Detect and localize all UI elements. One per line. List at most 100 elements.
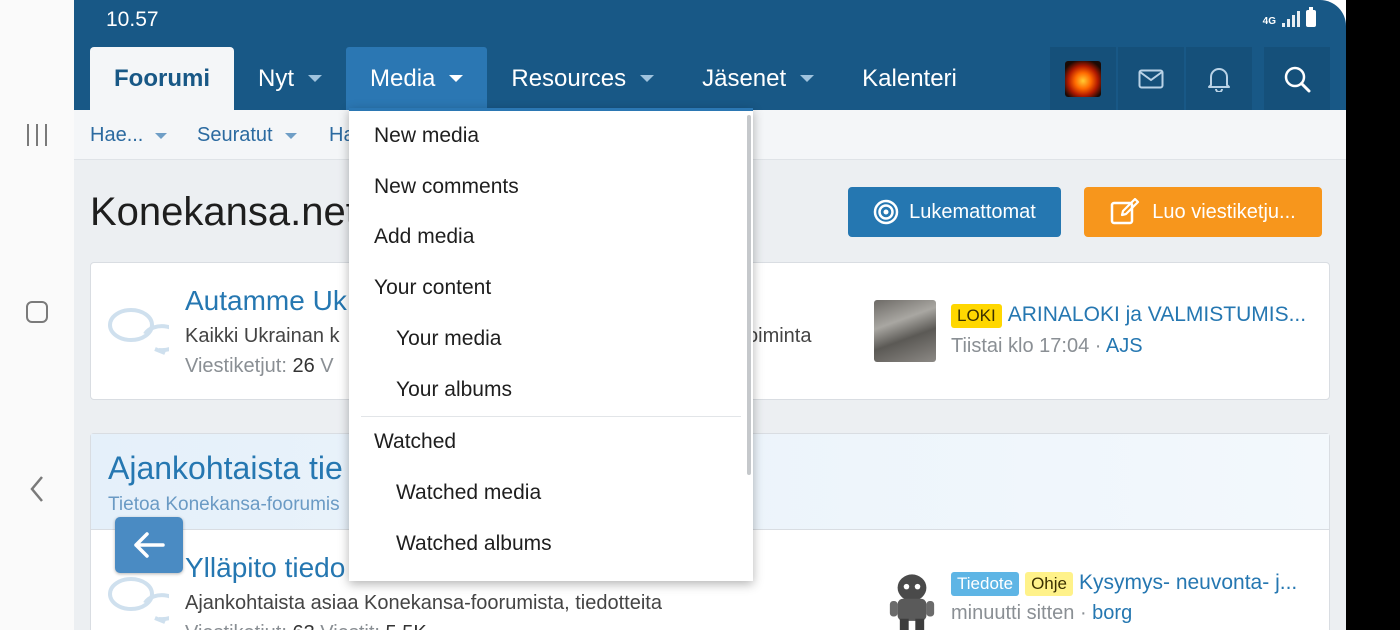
tab-label: Kalenteri [862, 64, 957, 92]
stat-label: Viestiketjut: [185, 355, 287, 377]
menu-item-new-comments[interactable]: New comments [374, 175, 519, 199]
bell-icon [1208, 67, 1230, 92]
conversations-button[interactable] [1118, 47, 1184, 110]
chat-bubbles-icon [108, 308, 169, 355]
chevron-down-icon[interactable] [449, 75, 464, 82]
device-edge [1346, 0, 1400, 630]
tab-media[interactable]: Media [346, 47, 488, 110]
status-icons: 4G [1262, 7, 1316, 27]
stat-label: Viestit: [320, 622, 380, 630]
status-time: 10.57 [106, 8, 159, 31]
chat-bubbles-icon [108, 577, 169, 624]
back-system-button[interactable] [22, 474, 52, 504]
stat-value: 63 [292, 622, 314, 630]
arrow-left-icon [134, 532, 165, 558]
page-title: Konekansa.net [90, 190, 357, 234]
chevron-down-icon[interactable] [308, 75, 322, 82]
main-nav: Foorumi Nyt Media Resources Jäsenet Kale… [90, 47, 981, 110]
stat-label: V [320, 355, 334, 377]
alerts-button[interactable] [1186, 47, 1252, 110]
menu-item-watched-albums[interactable]: Watched albums [396, 532, 552, 556]
latest-user[interactable]: borg [1092, 602, 1132, 624]
tab-foorumi[interactable]: Foorumi [90, 47, 234, 110]
menu-item-new-media[interactable]: New media [374, 124, 479, 148]
account-button[interactable] [1050, 47, 1116, 110]
menu-scrollbar[interactable] [747, 115, 751, 475]
recent-apps-icon [27, 124, 47, 146]
signal-icon [1282, 11, 1300, 27]
forum-stats: Viestiketjut: 26 V [185, 355, 334, 378]
chevron-down-icon [284, 132, 297, 139]
menu-item-your-content[interactable]: Your content [374, 276, 491, 300]
chevron-down-icon[interactable] [640, 75, 655, 82]
subnav-label: Seuratut [197, 124, 273, 146]
home-icon [26, 301, 48, 323]
envelope-icon [1138, 69, 1164, 88]
forum-description-tail: oiminta [747, 325, 812, 347]
menu-item-add-media[interactable]: Add media [374, 225, 474, 249]
prefix-label: LOKI [951, 304, 1002, 328]
stat-label: Viestiketjut: [185, 622, 287, 630]
menu-item-your-media[interactable]: Your media [396, 327, 501, 351]
search-icon [1284, 66, 1311, 92]
subnav-item-hae[interactable]: Hae... [90, 124, 168, 147]
new-thread-label: Luo viestiketju... [1152, 200, 1296, 223]
latest-time: minuutti sitten [951, 602, 1075, 624]
unread-button[interactable]: Lukemattomat [848, 187, 1061, 237]
menu-item-watched[interactable]: Watched [374, 430, 456, 454]
latest-thread-thumbnail[interactable] [874, 300, 936, 362]
avatar [1065, 60, 1101, 97]
forum-description: Ajankohtaista asiaa Konekansa-foorumista… [185, 592, 662, 614]
chevron-down-icon[interactable] [800, 75, 815, 82]
home-button[interactable] [22, 297, 52, 327]
menu-divider [361, 416, 741, 417]
recent-apps-button[interactable] [22, 120, 52, 150]
category-description: Tietoa Konekansa-foorumis [108, 494, 340, 515]
search-button[interactable] [1264, 47, 1330, 110]
latest-user[interactable]: AJS [1106, 335, 1143, 357]
latest-title-text: ARINALOKI ja VALMISTUMIS... [1007, 303, 1307, 326]
menu-item-your-albums[interactable]: Your albums [396, 378, 512, 402]
tab-kalenteri[interactable]: Kalenteri [838, 47, 981, 110]
browser-screen: 10.57 4G Foorumi Nyt Media Resources Jäs… [74, 0, 1346, 630]
unread-label: Lukemattomat [909, 200, 1036, 223]
forum-stats: Viestiketjut: 63 Viestit: 5.5K [185, 622, 427, 630]
forum-title[interactable]: Ylläpito tiedo [185, 552, 345, 584]
tab-label: Nyt [258, 64, 294, 92]
latest-time: Tiistai klo 17:04 [951, 335, 1090, 357]
tab-label: Jäsenet [702, 64, 787, 92]
tab-resources[interactable]: Resources [487, 47, 678, 110]
site-header: 10.57 4G Foorumi Nyt Media Resources Jäs… [74, 0, 1346, 110]
menu-item-watched-media[interactable]: Watched media [396, 481, 541, 505]
tab-label: Media [370, 64, 436, 92]
latest-thread-title[interactable]: Tiedote Ohje Kysymys- neuvonta- j... [951, 571, 1297, 596]
subnav-item-seuratut[interactable]: Seuratut [197, 124, 297, 147]
stat-value: 5.5K [386, 622, 427, 630]
media-dropdown-menu: New media New comments Add media Your co… [349, 108, 753, 581]
back-chevron-icon [30, 476, 43, 502]
latest-thread-title[interactable]: LOKI ARINALOKI ja VALMISTUMIS... [951, 303, 1306, 328]
prefix-label: Tiedote [951, 572, 1020, 596]
tab-nyt[interactable]: Nyt [234, 47, 346, 110]
back-to-top-button[interactable] [115, 517, 183, 573]
chevron-down-icon [155, 132, 168, 139]
network-type: 4G [1262, 16, 1276, 27]
user-avatar[interactable] [881, 570, 943, 630]
tab-label: Resources [511, 64, 627, 92]
latest-thread-meta: Tiistai klo 17:04 · AJS [951, 335, 1143, 357]
stat-value: 26 [292, 355, 315, 377]
latest-title-text: Kysymys- neuvonta- j... [1079, 571, 1298, 594]
forum-title[interactable]: Autamme Uk [185, 285, 347, 317]
forum-description: Kaikki Ukrainan k [185, 325, 340, 347]
edit-icon [1111, 198, 1140, 225]
battery-icon [1306, 7, 1316, 27]
tab-jasenet[interactable]: Jäsenet [678, 47, 838, 110]
user-icons [1050, 47, 1252, 110]
android-nav-bar [0, 0, 74, 630]
category-title[interactable]: Ajankohtaista tie [108, 450, 343, 487]
target-icon [873, 199, 899, 225]
subnav-label: Hae... [90, 124, 144, 146]
prefix-label: Ohje [1025, 572, 1073, 596]
tab-label: Foorumi [114, 64, 210, 92]
new-thread-button[interactable]: Luo viestiketju... [1084, 187, 1322, 237]
